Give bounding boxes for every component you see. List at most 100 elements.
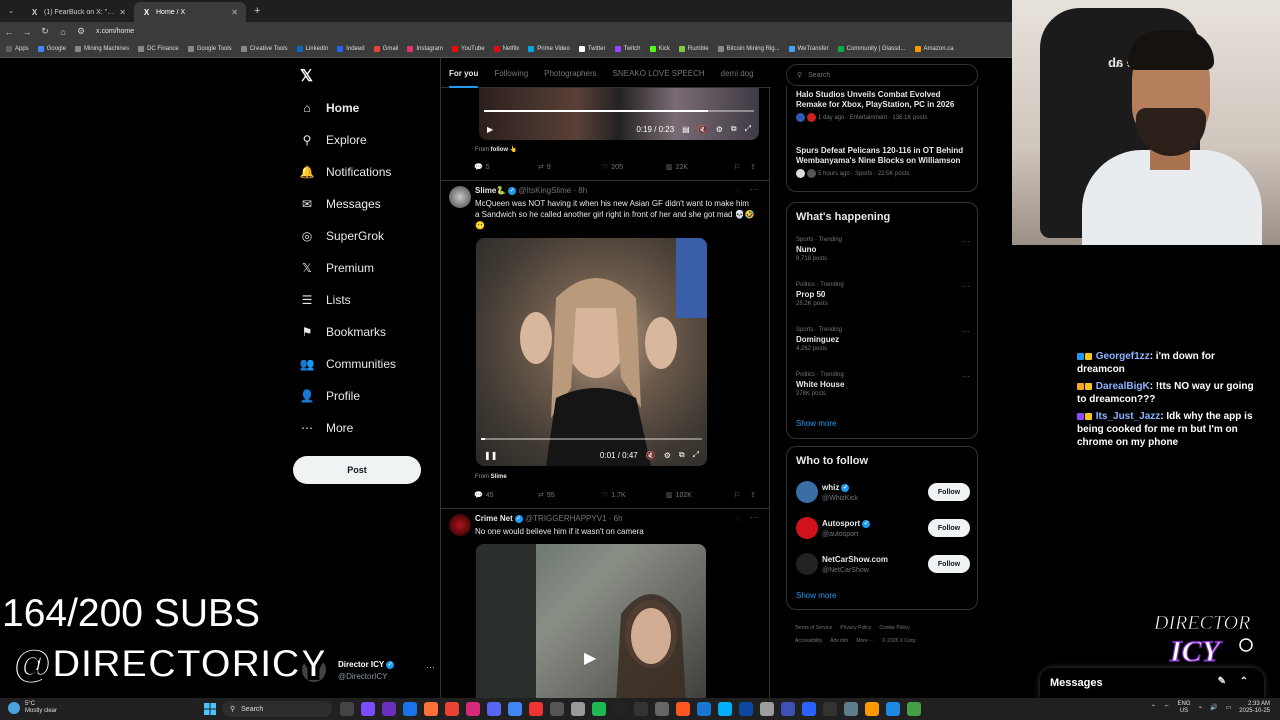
bookmark-item[interactable]: Google — [37, 46, 66, 52]
tab-following[interactable]: Following — [486, 58, 536, 88]
trend-item[interactable]: Politics · Trending Prop 50 28.2K posts ··· — [796, 282, 970, 307]
fullscreen-icon[interactable]: ⤢ — [693, 450, 699, 460]
footer-link[interactable]: Cookie Policy — [879, 625, 909, 631]
bookmark-item[interactable]: Netflix — [493, 46, 519, 52]
bookmark-item[interactable]: Community | Glassd... — [837, 46, 906, 52]
video-progress-bar[interactable] — [484, 110, 754, 112]
app-icon[interactable] — [550, 702, 564, 716]
mail-icon[interactable] — [445, 702, 459, 716]
edge-icon[interactable] — [403, 702, 417, 716]
onenote-icon[interactable] — [382, 702, 396, 716]
bookmark-item[interactable]: LinkedIn — [296, 46, 328, 52]
volume-icon[interactable]: 🔇 — [698, 125, 708, 134]
tab-search-icon[interactable]: ⌄ — [0, 7, 22, 15]
battery-icon[interactable]: ▭ — [1226, 705, 1232, 712]
messages-drawer[interactable]: Messages ✎ ⌃ — [1040, 668, 1264, 698]
news-item[interactable]: Spurs Defeat Pelicans 120-116 in OT Behi… — [796, 146, 970, 178]
nav-item-messages[interactable]: ✉ Messages — [300, 192, 381, 216]
author-name[interactable]: Crime Net — [475, 514, 513, 523]
trend-item[interactable]: Sports · Trending Dominguez 4,262 posts ··· — [796, 327, 970, 352]
more-dots-icon[interactable]: ··· — [962, 282, 970, 291]
follow-suggestion[interactable]: whiz ✓ @WhizKick Follow — [796, 481, 970, 507]
bookmark-item[interactable]: WeTransfer — [788, 46, 829, 52]
footer-link[interactable]: Privacy Policy — [840, 625, 871, 631]
app-icon[interactable] — [760, 702, 774, 716]
bookmark-item[interactable]: Indeed — [337, 46, 365, 52]
app-icon[interactable] — [802, 702, 816, 716]
bookmark-item[interactable]: Apps — [6, 46, 29, 52]
browser-tab-1[interactable]: X (1) FearBuck on X: "Nina Lin and ✕ — [22, 2, 134, 22]
bookmark-item[interactable]: Bitcoin Mining Rig... — [717, 46, 780, 52]
footer-link[interactable]: Accessibility — [795, 638, 822, 644]
steam-icon[interactable] — [739, 702, 753, 716]
app-icon[interactable] — [781, 702, 795, 716]
app-icon[interactable] — [886, 702, 900, 716]
app-icon[interactable] — [844, 702, 858, 716]
nav-item-notifications[interactable]: 🔔 Notifications — [300, 160, 392, 184]
app-icon[interactable] — [823, 702, 837, 716]
bookmark-item[interactable]: Twitter — [578, 46, 606, 52]
taskbar-search[interactable]: ⚲ Search — [222, 701, 332, 717]
avatar[interactable] — [796, 481, 818, 503]
bookmark-item[interactable]: Instagram — [407, 46, 443, 52]
from-name[interactable]: follow 👆 — [491, 147, 517, 153]
terminal-icon[interactable] — [613, 702, 627, 716]
app-icon[interactable] — [571, 702, 585, 716]
views-button[interactable]: ▥ 22K — [666, 161, 734, 173]
pip-icon[interactable]: ⧉ — [731, 124, 737, 134]
reply-button[interactable]: 💬 5 — [474, 161, 538, 173]
more-dots-icon[interactable]: ··· — [962, 327, 970, 336]
forward-icon[interactable]: → — [18, 27, 36, 37]
author-name[interactable]: Slime🐍 — [475, 186, 506, 195]
bookmark-item[interactable]: YouTube — [452, 46, 485, 52]
bookmark-item[interactable]: DC Finance — [138, 46, 179, 52]
back-icon[interactable]: ← — [0, 27, 18, 37]
like-button[interactable]: ♡ 205 — [602, 161, 666, 173]
discord-icon[interactable] — [487, 702, 501, 716]
app-icon[interactable] — [907, 702, 921, 716]
task-view-icon[interactable] — [340, 702, 354, 716]
follow-button[interactable]: Follow — [928, 519, 970, 537]
close-tab-icon[interactable]: ✕ — [119, 8, 126, 17]
footer-link[interactable]: © 2025 X Corp. — [882, 638, 917, 644]
new-message-icon[interactable]: ✎ — [1218, 676, 1226, 687]
bookmark-item[interactable]: Prime Video — [528, 46, 570, 52]
app-icon[interactable] — [718, 702, 732, 716]
fullscreen-icon[interactable]: ⤢ — [745, 124, 751, 134]
pause-icon[interactable]: ❚❚ — [484, 451, 497, 460]
network-icon[interactable]: ⌁ — [1199, 705, 1203, 712]
tweet-video[interactable]: ▶ 0:19 / 0:23 ▤ 🔇 ⚙ ⧉ ⤢ — [479, 88, 759, 140]
tweet-video[interactable]: ❚❚ 0:01 / 0:47 🔇 ⚙ ⧉ ⤢ — [476, 238, 707, 466]
app-icon[interactable] — [697, 702, 711, 716]
app-icon[interactable] — [865, 702, 879, 716]
more-dots-icon[interactable]: ··· — [962, 237, 970, 246]
site-info-icon[interactable]: ⚙ — [72, 26, 90, 37]
tab-for-you[interactable]: For you — [441, 58, 486, 88]
pip-icon[interactable]: ⧉ — [679, 450, 685, 460]
nav-item-home[interactable]: ⌂ Home — [300, 96, 359, 120]
author-handle[interactable]: @ItsKingSlime · 8h — [519, 186, 588, 195]
avatar[interactable] — [449, 186, 471, 208]
grok-icon[interactable]: ◌ — [736, 514, 741, 523]
input-language[interactable]: ENG — [1178, 701, 1191, 707]
footer-link[interactable]: Terms of Service — [795, 625, 832, 631]
spotify-icon[interactable] — [592, 702, 606, 716]
app-icon[interactable] — [676, 702, 690, 716]
share-button[interactable]: ⇪ — [750, 489, 756, 501]
follow-button[interactable]: Follow — [928, 555, 970, 573]
nav-item-more[interactable]: ⋯ More — [300, 416, 353, 440]
follow-suggestion[interactable]: Autosport ✓ @autosport Follow — [796, 517, 970, 543]
app-icon[interactable] — [655, 702, 669, 716]
more-dots-icon[interactable]: ··· — [750, 513, 758, 522]
like-button[interactable]: ♡ 1.7K — [602, 489, 666, 501]
wifi-icon[interactable]: ⌔ — [1164, 705, 1170, 712]
bookmark-item[interactable]: Gmail — [373, 46, 398, 52]
volume-icon[interactable]: 🔇 — [646, 451, 656, 460]
news-item[interactable]: Halo Studios Unveils Combat Evolved Rema… — [796, 90, 970, 122]
bookmark-item[interactable]: Kick — [649, 46, 670, 52]
more-dots-icon[interactable]: ··· — [962, 372, 970, 381]
captions-icon[interactable]: ▤ — [682, 125, 690, 134]
tab-demi-dog[interactable]: demi dog — [713, 58, 762, 88]
home-button-icon[interactable]: ⌂ — [54, 27, 72, 37]
footer-link[interactable]: More ··· — [856, 638, 874, 644]
